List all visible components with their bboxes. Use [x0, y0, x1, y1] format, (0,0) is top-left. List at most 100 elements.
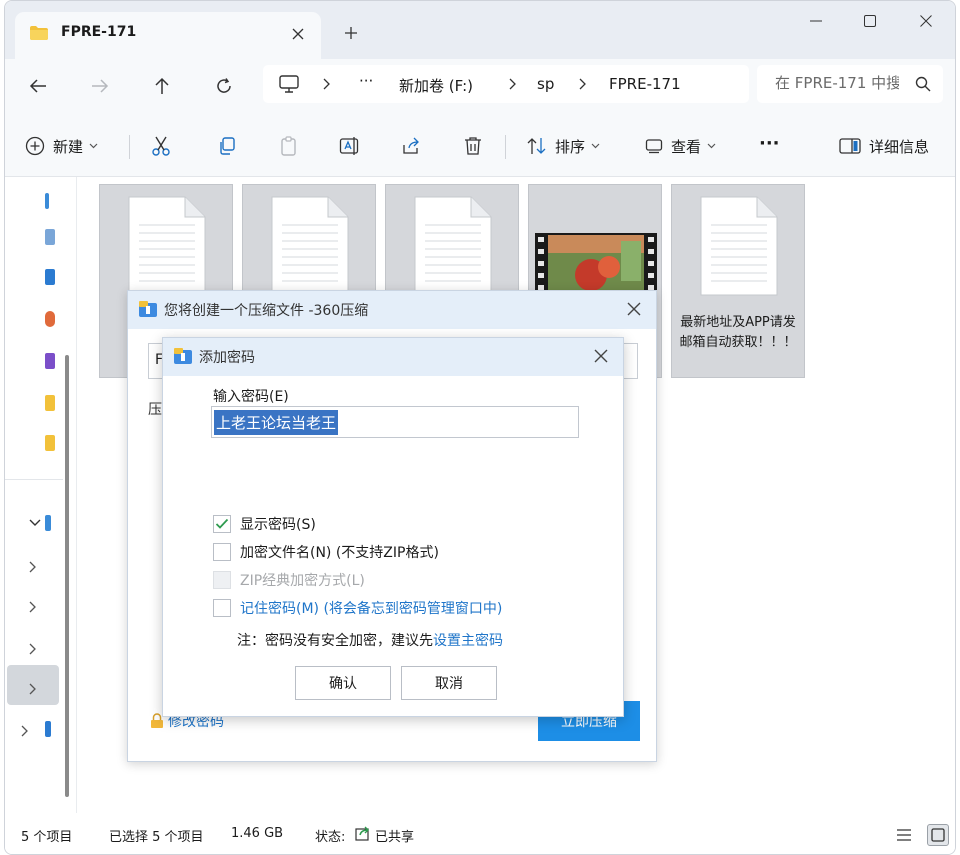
zip-classic-checkbox [213, 571, 231, 589]
close-tab-icon[interactable] [287, 23, 309, 45]
sidebar-scrollbar[interactable] [65, 355, 69, 797]
encrypt-filenames-label: 加密文件名(N) (不支持ZIP格式) [240, 545, 439, 561]
password-input[interactable]: 上老王论坛当老王 [211, 406, 579, 438]
chevron-right-icon [509, 78, 517, 90]
compress-dialog-titlebar: 您将创建一个压缩文件 -360压缩 [128, 291, 656, 329]
separator [129, 135, 130, 159]
add-password-titlebar: 添加密码 [163, 338, 623, 376]
add-password-dialog: 添加密码 输入密码(E) 上老王论坛当老王 显示密码(S) 加密文件名(N) (… [162, 337, 624, 717]
compress-dialog-title: 您将创建一个压缩文件 -360压缩 [164, 303, 369, 319]
paste-button[interactable] [279, 133, 299, 159]
navigation-pane[interactable] [5, 177, 77, 813]
breadcrumb-drive[interactable]: 新加卷 (F:) [399, 75, 473, 96]
quick-access-icon [45, 193, 49, 209]
this-pc-icon [45, 515, 51, 531]
shared-icon [355, 825, 371, 841]
show-password-option[interactable]: 显示密码(S) [213, 514, 316, 534]
compress-option-label: 压 [148, 402, 162, 418]
delete-button[interactable] [463, 133, 483, 159]
set-master-password-link[interactable]: 设置主密码 [433, 633, 503, 649]
folder-icon [45, 395, 55, 411]
file-item[interactable]: 最新地址及APP请发邮箱自动获取！！！ [671, 184, 805, 378]
breadcrumb-sp[interactable]: sp [537, 75, 554, 93]
chevron-right-icon[interactable] [21, 725, 29, 737]
maximize-icon[interactable] [847, 5, 893, 37]
details-view-icon[interactable] [893, 824, 915, 846]
encrypt-filenames-option[interactable]: 加密文件名(N) (不支持ZIP格式) [213, 542, 439, 562]
rename-button[interactable] [339, 133, 361, 159]
sort-button[interactable]: 排序 [527, 133, 600, 159]
encrypt-filenames-checkbox[interactable] [213, 543, 231, 561]
search-box[interactable] [757, 65, 943, 103]
breadcrumb-more[interactable]: ··· [359, 72, 373, 90]
share-button[interactable] [401, 133, 421, 159]
document-icon [699, 195, 779, 297]
view-icon [645, 138, 663, 154]
forward-arrow-icon[interactable] [85, 71, 115, 101]
close-icon[interactable] [624, 299, 644, 319]
sort-label: 排序 [555, 137, 586, 156]
command-bar: 新建 排序 查看 ··· 详细信息 [5, 113, 955, 177]
ok-button[interactable]: 确认 [295, 666, 391, 700]
cut-button[interactable] [151, 133, 171, 159]
document-icon [413, 195, 493, 297]
chevron-right-icon[interactable] [29, 643, 37, 655]
divider [5, 479, 63, 480]
view-button[interactable]: 查看 [645, 133, 716, 159]
chevron-right-icon [579, 78, 587, 90]
details-label: 详细信息 [869, 137, 930, 156]
more-options-button[interactable]: ··· [759, 130, 780, 156]
details-pane-icon [839, 138, 861, 154]
add-password-title: 添加密码 [199, 350, 255, 366]
back-arrow-icon[interactable] [23, 71, 53, 101]
network-icon [45, 721, 51, 737]
minimize-icon[interactable] [793, 5, 839, 37]
chevron-down-icon[interactable] [29, 519, 41, 527]
scissors-icon [151, 135, 171, 157]
zip-classic-option: ZIP经典加密方式(L) [213, 570, 365, 590]
new-tab-icon[interactable] [339, 21, 363, 45]
address-bar[interactable]: ··· 新加卷 (F:) sp FPRE-171 [263, 65, 749, 103]
up-arrow-icon[interactable] [147, 71, 177, 101]
item-count: 5 个项目 [21, 830, 73, 845]
remember-password-label: 记住密码(M) (将会备忘到密码管理窗口中) [240, 601, 503, 617]
remember-password-option[interactable]: 记住密码(M) (将会备忘到密码管理窗口中) [213, 598, 502, 618]
copy-button[interactable] [217, 133, 237, 159]
chevron-right-icon[interactable] [29, 683, 37, 695]
search-icon[interactable] [915, 76, 931, 92]
360zip-logo-icon [138, 300, 158, 318]
cancel-button[interactable]: 取消 [401, 666, 497, 700]
folder-icon [45, 435, 55, 451]
tab-title: FPRE-171 [61, 24, 137, 40]
copy-icon [217, 136, 237, 156]
new-button[interactable]: 新建 [25, 133, 98, 159]
chevron-right-icon[interactable] [29, 561, 37, 573]
new-label: 新建 [53, 137, 84, 156]
downloads-icon [45, 269, 55, 285]
navigation-bar: ··· 新加卷 (F:) sp FPRE-171 [5, 59, 955, 113]
tab-fpre-171[interactable]: FPRE-171 [15, 12, 321, 59]
refresh-icon[interactable] [209, 71, 239, 101]
tiles-view-icon[interactable] [927, 824, 949, 846]
music-icon [45, 311, 55, 327]
state-label: 状态: [315, 830, 346, 845]
videos-icon [45, 353, 55, 369]
tab-strip: FPRE-171 [5, 1, 955, 59]
search-input[interactable] [775, 74, 899, 92]
this-pc-icon [279, 75, 299, 93]
chevron-right-icon[interactable] [29, 601, 37, 613]
details-button[interactable]: 详细信息 [839, 133, 929, 159]
close-window-icon[interactable] [903, 5, 949, 37]
show-password-checkbox[interactable] [213, 515, 231, 533]
zip-classic-label: ZIP经典加密方式(L) [240, 573, 365, 589]
note-text: 注：密码没有安全加密，建议先 [237, 633, 433, 649]
remember-password-checkbox[interactable] [213, 599, 231, 617]
sort-icon [527, 137, 547, 155]
breadcrumb-folder[interactable]: FPRE-171 [609, 75, 681, 93]
close-icon[interactable] [591, 346, 611, 366]
show-password-label: 显示密码(S) [240, 517, 316, 533]
rename-icon [339, 136, 361, 156]
password-note: 注：密码没有安全加密，建议先设置主密码 [237, 630, 503, 650]
desktop-icon [45, 229, 55, 245]
selection-size: 1.46 GB [231, 826, 284, 841]
